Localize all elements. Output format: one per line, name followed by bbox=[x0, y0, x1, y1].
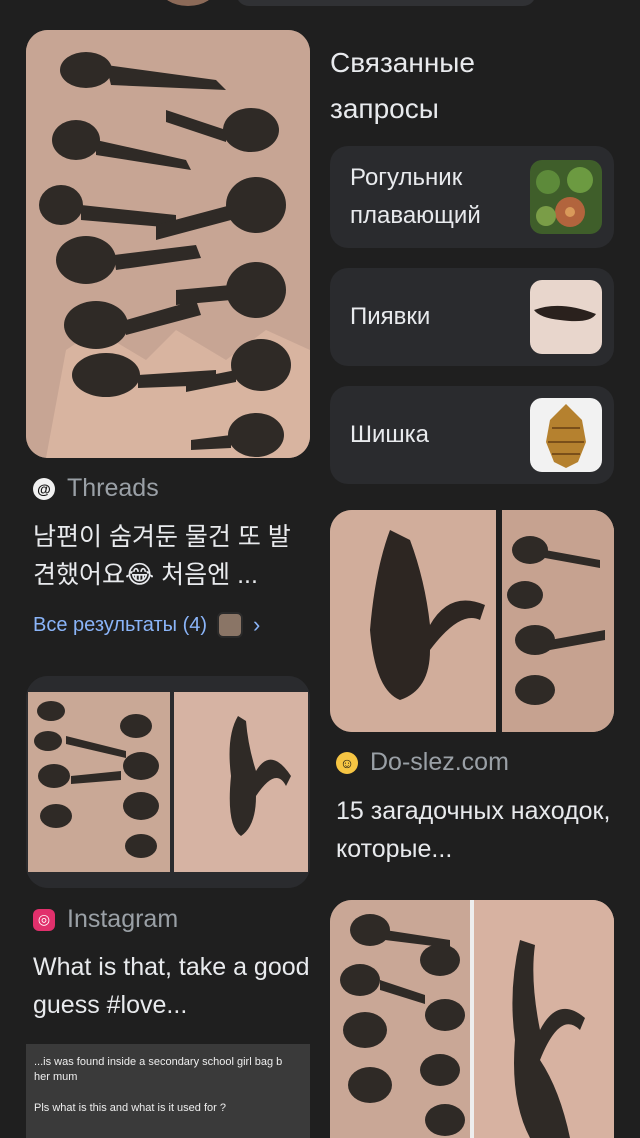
seed-pods-collage-image bbox=[26, 676, 310, 888]
seed-pod-in-hand-image bbox=[330, 510, 614, 732]
result-source-instagram[interactable]: ◎ Instagram bbox=[33, 905, 178, 934]
related-item-leeches[interactable]: Пиявки bbox=[330, 268, 614, 366]
result-title-threads[interactable]: 남편이 숨겨둔 물건 또 발견했어요😂 처음엔 ... bbox=[33, 518, 313, 594]
all-results-label: Все результаты (4) bbox=[33, 613, 208, 636]
result-image-collage-bottom[interactable] bbox=[330, 900, 614, 1138]
related-item-label: Пиявки bbox=[350, 303, 431, 330]
account-avatar[interactable] bbox=[160, 0, 216, 6]
result-title-instagram[interactable]: What is that, take a good guess #love... bbox=[33, 948, 313, 1024]
dried-seed-pods-image bbox=[26, 30, 310, 458]
related-item-water-chestnut[interactable]: Рогульник плавающий bbox=[330, 146, 614, 248]
seed-pods-comparison-image bbox=[330, 900, 614, 1138]
related-item-label: Шишка bbox=[350, 421, 430, 448]
chevron-right-icon: › bbox=[253, 612, 261, 637]
result-title-doslez[interactable]: 15 загадочных находок, которые... bbox=[336, 792, 614, 868]
related-item-label: Рогульник плавающий bbox=[350, 164, 481, 229]
pinecone-thumb bbox=[530, 398, 602, 472]
caption-line-2: her mum bbox=[34, 1071, 78, 1083]
all-results-link[interactable]: Все результаты (4) › bbox=[33, 612, 260, 638]
source-name: Do-slez.com bbox=[370, 748, 509, 776]
threads-icon: @ bbox=[33, 477, 55, 500]
related-searches-heading: Связанные запросы bbox=[330, 47, 475, 124]
leech-thumb bbox=[530, 280, 602, 354]
laughing-emoji-icon: ☺ bbox=[336, 751, 358, 774]
result-source-threads[interactable]: @ Threads bbox=[33, 474, 159, 503]
result-image-instagram[interactable] bbox=[26, 676, 310, 888]
result-image-threads[interactable] bbox=[26, 30, 310, 458]
result-image-caption-post[interactable]: ...is was found inside a secondary schoo… bbox=[26, 1044, 310, 1138]
search-results-page: @ Threads 남편이 숨겨둔 물건 또 발견했어요😂 처음엔 ... Вс… bbox=[0, 0, 640, 1138]
result-source-doslez[interactable]: ☺ Do-slez.com bbox=[336, 748, 509, 777]
instagram-icon: ◎ bbox=[33, 908, 55, 931]
related-item-pinecone[interactable]: Шишка bbox=[330, 386, 614, 484]
caption-line-3: Pls what is this and what is it used for… bbox=[34, 1102, 226, 1114]
source-name: Instagram bbox=[67, 905, 179, 933]
caption-line-1: ...is was found inside a secondary schoo… bbox=[34, 1056, 283, 1068]
search-bar[interactable] bbox=[236, 0, 536, 6]
water-chestnut-thumb bbox=[530, 160, 602, 234]
results-thumbnail-icon bbox=[217, 612, 244, 638]
result-image-doslez[interactable] bbox=[330, 510, 614, 732]
source-name: Threads bbox=[67, 474, 159, 502]
